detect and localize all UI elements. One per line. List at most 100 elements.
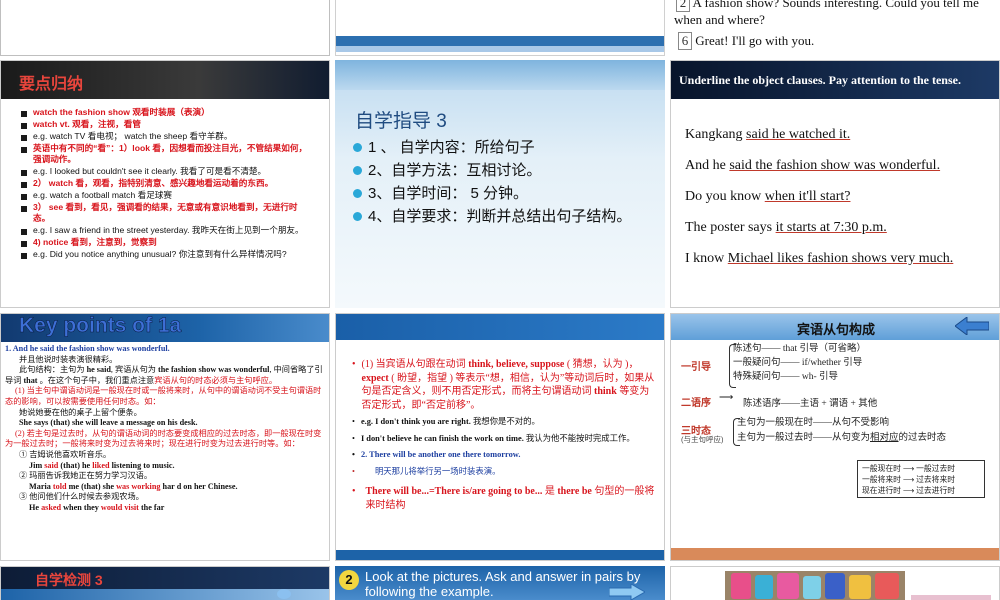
slide-top-middle (335, 0, 665, 56)
text-line: 1. And he said the fashion show was wond… (5, 344, 170, 353)
sentence: The poster says it starts at 7:30 p.m. (685, 220, 887, 235)
slide-title: Underline the object clauses. Pay attent… (679, 73, 961, 87)
bullet-item: e.g. I saw a friend in the street yester… (21, 225, 311, 236)
slide-self-test-3[interactable]: 自学检测 3 (0, 566, 330, 600)
back-arrow-icon[interactable] (954, 316, 990, 336)
bullet-text: 英语中有不同的“看”：1）look 看，因想看而投注目光，不管结果如何，强调动作… (33, 143, 308, 164)
slide-title: 自学指导 3 (355, 111, 447, 132)
group-sublabel: (与主句呼应) (681, 435, 724, 444)
text-line: (2) 若主句是过去时，从句的谓语动词的时态要变成相应的过去时态，即一般现在时变… (5, 428, 322, 449)
slide-key-points-1a[interactable]: Key points of 1a 1. And he said the fash… (0, 313, 330, 561)
bullet-text: e.g. I saw a friend in the street yester… (33, 225, 304, 235)
sentence: Do you know when it'll start? (685, 189, 851, 204)
group-item: 主句为一般现在时——从句不受影响 (737, 418, 890, 428)
tense-to: 一般过去时 (916, 464, 956, 473)
bullet-square-icon (21, 170, 27, 176)
slide-title: 自学检测 3 (35, 572, 103, 588)
clothing-item (875, 573, 899, 599)
slide-key-points-summary[interactable]: 要点归纳 watch the fashion show 观看时装展（表演） wat… (0, 60, 330, 308)
bullet-list: watch the fashion show 观看时装展（表演） watch vt… (21, 107, 311, 261)
text-line: Maria told me (that) she was working har… (29, 481, 238, 491)
guide-item: 1 、 自学内容：所给句子 (353, 136, 653, 159)
explanation-text: 1. And he said the fashion show was wond… (5, 344, 327, 514)
slide-top-right: 2 A fashion show? Sounds interesting. Co… (670, 0, 1000, 56)
bullet-square-icon (21, 135, 27, 141)
bullet-square-icon (21, 194, 27, 200)
bullet-square-icon (21, 229, 27, 235)
sentence: I know Michael likes fashion shows very … (685, 251, 954, 266)
clothing-item (755, 575, 773, 599)
slide-pictures-pairwork[interactable]: 2 Look at the pictures. Ask and answer i… (335, 566, 665, 600)
tense-table: 一般现在时 ⟶ 一般过去时 一般将来时 ⟶ 过去将来时 现在进行时 ⟶ 过去进行时 (857, 460, 985, 498)
bullet-dot-icon (353, 189, 362, 198)
slide-self-study-guide[interactable]: 自学指导 3 1 、 自学内容：所给句子 2、自学方法：互相讨论。 3、自学时间： … (335, 60, 665, 308)
bullet-square-icon (21, 206, 27, 212)
slide-header-band (335, 60, 665, 90)
guide-text: 1 、 自学内容：所给句子 (368, 139, 535, 156)
bullet-text: e.g. I looked but couldn't see it clearl… (33, 166, 267, 176)
group-item: 主句为一般过去时——从句变为相对应的过去时态 (737, 433, 947, 443)
slide-fashion-picture[interactable] (670, 566, 1000, 600)
clothing-rack-image (725, 571, 905, 600)
slide-underline-object-clauses[interactable]: Underline the object clauses. Pay attent… (670, 60, 1000, 308)
bullet-text: e.g. Did you notice anything unusual? 你注… (33, 249, 287, 259)
tense-from: 一般现在时 (862, 464, 901, 473)
bullet-item: e.g. I looked but couldn't see it clearl… (21, 166, 311, 177)
slide-negative-transfer[interactable]: • (1) 当宾语从句跟在动词 think, believe, suppose (… (335, 313, 665, 561)
bullet-square-icon (21, 253, 27, 259)
tense-from: 一般将来时 (862, 475, 901, 484)
bullet-text: 3） see 看到，看见，强调看的结果，无意或有意识地看到，无进行时态。 (33, 202, 298, 223)
text-line: ② 玛丽告诉我她正在努力学习汉语。 (19, 471, 153, 481)
group-item: 一般疑问句—— if/whether 引导 (733, 358, 863, 368)
text-line: 此句结构：主句为 he said, 宾语从句为 the fashion show… (5, 365, 323, 385)
bullet-text: 2） watch 看，观看，指特别清意、感兴趣地看运动着的东西。 (33, 178, 274, 188)
bullet-text: watch the fashion show 观看时装展（表演） (33, 107, 210, 117)
clothing-item (777, 573, 799, 599)
bullet-text: e.g. watch TV 看电视； watch the sheep 看守羊群。 (33, 131, 233, 141)
bullet-square-icon (21, 123, 27, 129)
bullet-item: 3） see 看到，看见，强调看的结果，无意或有意识地看到，无进行时态。 (21, 202, 311, 224)
bullet-item: • I don't believe he can finish the work … (352, 433, 635, 443)
text-line: Jim said (that) he liked listening to mu… (29, 460, 175, 470)
clothing-item (731, 573, 751, 599)
tense-row: 现在进行时 ⟶ 过去进行时 (862, 485, 980, 496)
group-item: 陈述句—— that 引导（可省略） (733, 344, 866, 354)
text-line: ③ 他问他们什么时候去参观农场。 (19, 492, 144, 502)
bullet-dot-icon (353, 166, 362, 175)
bullet-item: • 明天那儿将举行另一场时装表演。 (352, 466, 501, 476)
bullet-text: watch vt. 观看，注视，看管 (33, 119, 141, 129)
bullet-item: e.g. Did you notice anything unusual? 你注… (21, 249, 311, 260)
decor-dot (277, 589, 291, 599)
bullet-item: 4) notice 看到，注意到，觉察到 (21, 237, 311, 248)
tense-from: 现在进行时 (862, 486, 901, 495)
text-line: 她说她要在他的桌子上留个便条。 (19, 407, 142, 417)
dialogue-number-box: 6 (678, 32, 692, 50)
bullet-item: 2） watch 看，观看，指特别清意、感兴趣地看运动着的东西。 (21, 178, 311, 189)
text-line: She says (that) she will leave a message… (19, 418, 198, 428)
bullet-item: • There will be...=There is/are going to … (352, 486, 655, 511)
next-arrow-icon[interactable] (608, 583, 647, 600)
text-line: (1) 当主句中谓语动词是一般现在时或一般将来时，从句中的谓语动词不受主句谓语时… (5, 386, 322, 406)
group-items: 主句为一般现在时——从句不受影响 主句为一般过去时——从句变为相对应的过去时态 (737, 416, 946, 446)
bullet-square-icon (21, 147, 27, 153)
tense-to: 过去进行时 (916, 486, 956, 495)
guide-text: 2、自学方法：互相讨论。 (368, 162, 542, 179)
guide-text: 3、自学时间： 5 分钟。 (368, 185, 529, 202)
sentence-list: Kangkang said he watched it. And he said… (685, 119, 953, 274)
sentence: Kangkang said he watched it. (685, 127, 851, 142)
dialogue-number-box: 2 (676, 0, 690, 12)
slide-footer-bar-light (336, 46, 664, 52)
bullet-item: watch vt. 观看，注视，看管 (21, 119, 311, 130)
bullet-item: e.g. watch TV 看电视； watch the sheep 看守羊群。 (21, 131, 311, 142)
slide-object-clause-structure[interactable]: 宾语从句构成 一引导 陈述句—— that 引导（可省略） 一般疑问句—— if… (670, 313, 1000, 561)
bullet-item: watch the fashion show 观看时装展（表演） (21, 107, 311, 118)
guide-item: 4、自学要求：判断并总结出句子结构。 (353, 205, 653, 228)
slide-footer-bar (336, 36, 664, 46)
slide-header-bar (336, 314, 664, 340)
bullet-square-icon (21, 241, 27, 247)
group-item: 特殊疑问句—— wh- 引导 (733, 372, 839, 382)
slide-footer-bar (671, 548, 999, 560)
clothing-item (825, 573, 845, 599)
dialogue-line: A fashion show? Sounds interesting. Coul… (692, 0, 979, 10)
guide-item: 3、自学时间： 5 分钟。 (353, 182, 653, 205)
